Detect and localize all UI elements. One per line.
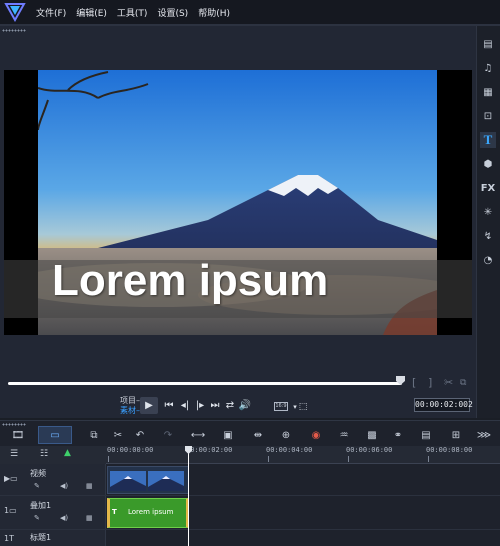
title-icon[interactable]: T bbox=[480, 132, 496, 148]
pan-zoom-icon[interactable]: ⊕ bbox=[278, 428, 294, 442]
play-mode-selector[interactable]: 项目– 素材– bbox=[120, 396, 140, 416]
menu-file[interactable]: 文件(F) bbox=[36, 6, 66, 19]
motion-track-icon[interactable]: ▩ bbox=[364, 428, 380, 442]
go-to-start-icon[interactable]: ⏮ bbox=[162, 398, 176, 412]
resize-icon[interactable]: ⬚ bbox=[296, 400, 310, 414]
split-screen-icon[interactable]: ⊞ bbox=[448, 428, 464, 442]
video-track: ▶▭ 视频 ✎ ◀) ▦ bbox=[0, 464, 500, 496]
timecode-display[interactable]: 00:00:02:002 bbox=[414, 398, 473, 412]
mute-icon[interactable]: ◀) bbox=[60, 514, 68, 522]
ruler-label: 00:00:06:00 bbox=[346, 446, 393, 454]
video-clip[interactable] bbox=[107, 466, 189, 494]
title-track-name: 标题1 bbox=[30, 533, 52, 542]
storyboard-view-icon[interactable]: 🎞 bbox=[10, 428, 26, 442]
video-track-header: ▶▭ 视频 ✎ ◀) ▦ bbox=[0, 464, 106, 495]
ruler-tick bbox=[268, 456, 269, 462]
mute-icon[interactable]: ◀) bbox=[60, 482, 68, 490]
edit-track-icon[interactable]: ✎ bbox=[34, 514, 40, 522]
media-library-icon[interactable]: ▤ bbox=[480, 36, 496, 52]
title-track-icon: 1T bbox=[4, 534, 14, 543]
preview-scrubber[interactable] bbox=[8, 382, 402, 385]
clip-mode-label[interactable]: 素材– bbox=[120, 406, 140, 416]
title-track-header: 1T 标题1 bbox=[0, 530, 106, 546]
speedometer-icon[interactable]: ◔ bbox=[480, 252, 496, 268]
ruler-label: 00:00:04:00 bbox=[266, 446, 313, 454]
menu-help[interactable]: 帮助(H) bbox=[198, 6, 230, 19]
transition-icon[interactable]: ⬢ bbox=[480, 156, 496, 172]
fx-icon[interactable]: FX bbox=[480, 180, 496, 196]
ruler-label: 00:00:08:00 bbox=[426, 446, 473, 454]
menu-edit[interactable]: 编辑(E) bbox=[76, 6, 107, 19]
aspect-ratio-button[interactable]: 16:9 bbox=[274, 402, 288, 411]
timeline-grip-icon[interactable] bbox=[2, 423, 26, 426]
copy-clip-icon[interactable]: ⧉ bbox=[86, 428, 102, 442]
edit-track-icon[interactable]: ✎ bbox=[34, 482, 40, 490]
panel-grip-icon[interactable] bbox=[2, 29, 26, 32]
music-icon[interactable]: ♫ bbox=[480, 60, 496, 76]
record-voice-icon[interactable]: ◉ bbox=[308, 428, 324, 442]
clip-thumbnail bbox=[110, 471, 146, 491]
ruler-tick bbox=[348, 456, 349, 462]
ruler-label: 00:00:00:00 bbox=[107, 446, 154, 454]
copy-icon[interactable]: ⧉ bbox=[460, 378, 466, 388]
particle-effect-icon[interactable]: ✳ bbox=[480, 204, 496, 220]
ruler-tick bbox=[108, 456, 109, 462]
add-track-icon[interactable]: ▲ bbox=[64, 448, 71, 458]
ripple-icon[interactable]: ▦ bbox=[86, 482, 93, 490]
capture-icon[interactable]: ▣ bbox=[220, 428, 236, 442]
overlay-track-name: 叠加1 bbox=[30, 501, 52, 510]
play-button[interactable]: ▶ bbox=[140, 397, 158, 414]
ruler-tick bbox=[428, 456, 429, 462]
overlay-track: 1▭ 叠加1 ✎ ◀) ▦ bbox=[0, 496, 500, 530]
overlay-track-icon: 1▭ bbox=[4, 506, 17, 515]
redo-icon[interactable]: ↷ bbox=[160, 428, 176, 442]
overlay-track-header: 1▭ 叠加1 ✎ ◀) ▦ bbox=[0, 496, 106, 529]
menu-tools[interactable]: 工具(T) bbox=[117, 6, 148, 19]
title-clip-icon: T bbox=[112, 508, 117, 516]
menu-settings[interactable]: 设置(S) bbox=[157, 6, 188, 19]
multi-trim-icon[interactable]: ⇹ bbox=[250, 428, 266, 442]
previous-frame-icon[interactable]: ◂| bbox=[178, 398, 192, 412]
menu-bar: 文件(F) 编辑(E) 工具(T) 设置(S) 帮助(H) bbox=[0, 0, 500, 24]
clip-thumbnail bbox=[148, 471, 184, 491]
path-icon[interactable]: ↯ bbox=[480, 228, 496, 244]
more-tools-icon[interactable]: ⋙ bbox=[476, 428, 492, 442]
project-mode-label[interactable]: 项目– bbox=[120, 396, 140, 406]
ripple-icon[interactable]: ▦ bbox=[86, 514, 93, 522]
fit-timeline-icon[interactable]: ⟷ bbox=[190, 428, 206, 442]
volume-icon[interactable]: 🔊 bbox=[238, 398, 252, 412]
timeline-playhead[interactable] bbox=[188, 447, 189, 546]
mark-out-icon[interactable]: ] bbox=[428, 376, 432, 389]
instant-project-icon[interactable]: ▦ bbox=[480, 84, 496, 100]
next-frame-icon[interactable]: |▸ bbox=[193, 398, 207, 412]
subtitle-icon[interactable]: ▤ bbox=[418, 428, 434, 442]
preview-title-text[interactable]: Lorem ipsum bbox=[52, 256, 328, 306]
audio-mixer-icon[interactable]: ♒ bbox=[336, 428, 352, 442]
mark-in-icon[interactable]: [ bbox=[412, 376, 416, 389]
repeat-icon[interactable]: ⇄ bbox=[223, 398, 237, 412]
go-to-end-icon[interactable]: ⏭ bbox=[208, 398, 222, 412]
app-logo-icon bbox=[4, 3, 26, 22]
track-manager-icon[interactable]: ☰ bbox=[10, 449, 18, 459]
timeline-view-button[interactable]: ▭ bbox=[38, 426, 72, 444]
ruler-label: 00:00:02:00 bbox=[186, 446, 233, 454]
track-header-toolbar: ☰ ☷ ▲ bbox=[0, 446, 106, 464]
mask-icon[interactable]: ⚭ bbox=[390, 428, 406, 442]
chapter-icon[interactable]: ☷ bbox=[40, 449, 48, 459]
tools-icon[interactable]: ✂ bbox=[110, 428, 126, 442]
undo-icon[interactable]: ↶ bbox=[132, 428, 148, 442]
overlay-title-clip[interactable]: T Lorem ipsum bbox=[107, 498, 189, 528]
overlay-clip-label: Lorem ipsum bbox=[128, 508, 174, 516]
split-clip-icon[interactable]: ✂ bbox=[444, 376, 453, 389]
video-track-name: 视频 bbox=[30, 469, 46, 478]
title-track: 1T 标题1 bbox=[0, 530, 500, 546]
video-track-icon: ▶▭ bbox=[4, 474, 18, 483]
template-icon[interactable]: ⊡ bbox=[480, 108, 496, 124]
